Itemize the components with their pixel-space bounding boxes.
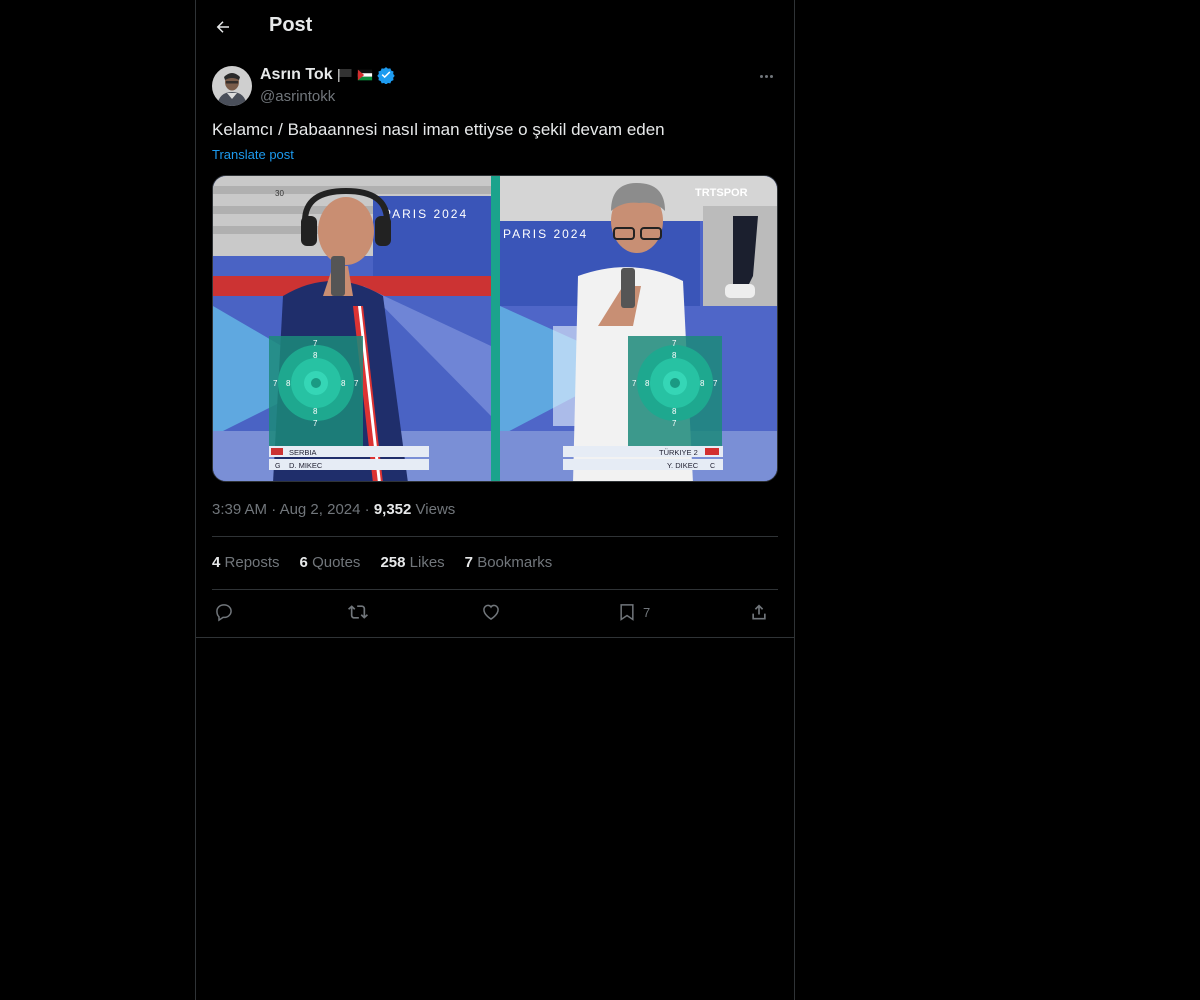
engagement-stats: 4 Reposts 6 Quotes 258 Likes 7 Bookmarks (212, 554, 552, 571)
target-ring-label: 8 (286, 379, 291, 388)
target-ring-label: 8 (672, 407, 677, 416)
author-name-row: Asrın Tok (260, 66, 395, 84)
post-actions: 7 (212, 600, 778, 628)
repost-button[interactable] (347, 602, 369, 622)
target-ring-label: 7 (313, 339, 318, 348)
left-banner-text: PARIS 2024 (383, 207, 468, 221)
target-ring-label: 8 (313, 407, 318, 416)
reposts-stat[interactable]: 4 Reposts (212, 554, 280, 571)
arrow-left-icon (216, 21, 229, 33)
target-ring-label: 7 (672, 419, 677, 428)
black-flag-icon (337, 69, 352, 82)
target-ring-label: 7 (273, 379, 278, 388)
right-banner-text: PARIS 2024 (503, 227, 588, 241)
avatar[interactable] (212, 66, 252, 106)
post-time[interactable]: 3:39 AM (212, 501, 267, 518)
left-athlete: D. MIKEC (289, 461, 323, 470)
right-athlete: Y. DIKEC (667, 461, 699, 470)
likes-stat[interactable]: 258 Likes (380, 554, 444, 571)
left-athlete-tag: G (275, 463, 280, 470)
post-text: Kelamcı / Babaannesi nasıl iman ettiyse … (212, 120, 665, 139)
target-ring-label: 7 (313, 419, 318, 428)
post-author: Asrın Tok @asrintokk (212, 64, 778, 108)
translate-post-link[interactable]: Translate post (212, 147, 294, 162)
page-title: Post (269, 14, 313, 36)
author-handle[interactable]: @asrintokk (260, 88, 335, 105)
bookmark-count: 7 (643, 604, 651, 620)
views-count: 9,352 (373, 501, 412, 518)
verified-badge-icon (376, 67, 395, 84)
post-meta: 3:39 AM · Aug 2, 2024 · 9,352 Views (212, 501, 456, 518)
views-label: Views (415, 501, 456, 518)
reply-icon (216, 604, 232, 622)
left-country: SERBIA (289, 448, 317, 457)
target-ring-label: 8 (645, 379, 650, 388)
main-column: Post Asrın Tok @asrintokk Kelamcı / Baba… (195, 0, 795, 1000)
heart-icon (483, 604, 499, 620)
more-options-button[interactable] (754, 66, 778, 86)
bookmark-button[interactable]: 7 (617, 602, 650, 622)
post-date[interactable]: Aug 2, 2024 (280, 501, 361, 518)
target-ring-label: 7 (354, 379, 359, 388)
target-ring-label: 7 (672, 339, 677, 348)
repost-icon (348, 605, 368, 619)
author-display-name[interactable]: Asrın Tok (260, 66, 333, 84)
bookmark-icon (620, 604, 634, 621)
right-athlete-tag: C (710, 463, 715, 470)
like-button[interactable] (481, 602, 501, 622)
left-counter: 30 (275, 189, 284, 198)
share-button[interactable] (749, 602, 769, 622)
right-country: TÜRKIYE 2 (659, 448, 698, 457)
share-icon (752, 604, 766, 620)
quotes-stat[interactable]: 6 Quotes (300, 554, 361, 571)
back-button[interactable] (212, 16, 234, 38)
target-ring-label: 8 (341, 379, 346, 388)
more-icon (759, 74, 763, 78)
post-media-image[interactable]: 30 PARIS 2024 7 8 7 8 8 7 8 7 SERBIA G D… (212, 175, 778, 482)
target-ring-label: 8 (672, 351, 677, 360)
target-ring-label: 8 (313, 351, 318, 360)
target-ring-label: 7 (632, 379, 637, 388)
palestine-flag-icon (357, 69, 372, 81)
target-ring-label: 8 (700, 379, 705, 388)
target-ring-label: 7 (713, 379, 718, 388)
reply-button[interactable] (214, 602, 234, 622)
divider (196, 637, 794, 638)
divider (212, 536, 778, 537)
bookmarks-stat[interactable]: 7 Bookmarks (465, 554, 553, 571)
page-header: Post (196, 0, 794, 54)
right-broadcaster: TRTSPOR (695, 187, 748, 199)
divider (212, 589, 778, 590)
